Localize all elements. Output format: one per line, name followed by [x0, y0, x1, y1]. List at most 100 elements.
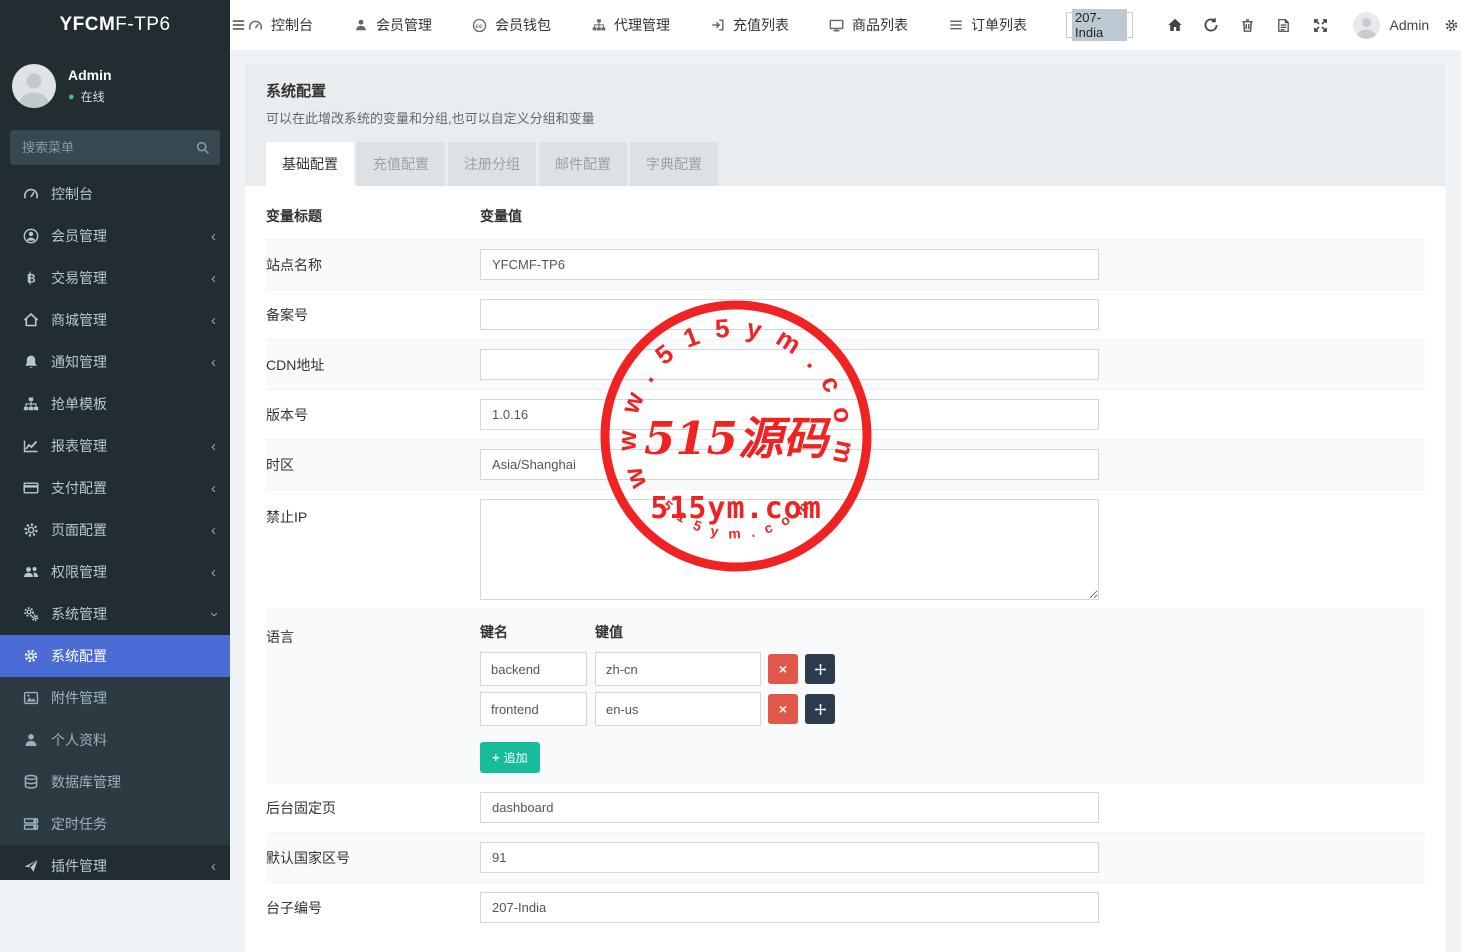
trash-icon — [1239, 17, 1256, 33]
page-subtitle: 可以在此增改系统的变量和分组,也可以自定义分组和变量 — [266, 108, 1425, 127]
gear-icon — [22, 522, 39, 538]
move-row-button[interactable] — [805, 654, 835, 684]
site-name-input[interactable] — [480, 249, 1099, 280]
default-country-code-input[interactable] — [480, 842, 1099, 873]
sidebar-item-permissions[interactable]: 权限管理 ‹ — [0, 551, 230, 593]
user-name: Admin — [68, 67, 112, 83]
table-row: 默认国家区号 — [266, 832, 1425, 882]
table-row: 版本号 — [266, 389, 1425, 439]
sidebar-item-cron[interactable]: 定时任务 — [0, 803, 230, 845]
cdn-url-input[interactable] — [480, 349, 1099, 380]
site-code-input[interactable] — [480, 892, 1099, 923]
dashboard-icon — [247, 17, 264, 33]
move-icon — [812, 661, 829, 677]
dashboard-icon — [22, 186, 39, 202]
image-icon — [22, 690, 39, 706]
field-label: CDN地址 — [266, 355, 480, 375]
column-header-value: 变量值 — [480, 206, 522, 226]
settings-button[interactable] — [1439, 0, 1461, 50]
sidebar-item-trade[interactable]: B 交易管理 ‹ — [0, 257, 230, 299]
gear-icon — [22, 648, 39, 664]
tab-recharge-config[interactable]: 充值配置 — [357, 142, 445, 186]
delete-row-button[interactable]: × — [768, 654, 798, 684]
append-button[interactable]: +追加 — [480, 742, 540, 773]
site-code-box[interactable]: 207-India — [1066, 12, 1133, 38]
tab-register-group[interactable]: 注册分组 — [448, 142, 536, 186]
refresh-button[interactable] — [1193, 0, 1229, 50]
search-icon — [194, 140, 211, 156]
sidebar-item-dashboard[interactable]: 控制台 — [0, 173, 230, 215]
table-row: CDN地址 — [266, 339, 1425, 389]
svg-text:B: B — [27, 272, 36, 286]
sidebar-item-system-config[interactable]: 系统配置 — [0, 635, 230, 677]
sidebar-item-mall[interactable]: 商城管理 ‹ — [0, 299, 230, 341]
admin-menu[interactable]: Admin — [1353, 12, 1430, 39]
home-icon — [22, 312, 39, 328]
bell-icon — [22, 354, 39, 370]
x-icon: × — [779, 661, 787, 677]
admin-name: Admin — [1390, 17, 1430, 33]
sidebar-item-notice[interactable]: 通知管理 ‹ — [0, 341, 230, 383]
users-icon — [22, 564, 39, 580]
x-icon: × — [779, 701, 787, 717]
tab-basic-config[interactable]: 基础配置 — [266, 142, 354, 186]
lang-value-input[interactable] — [595, 692, 761, 726]
file-refresh-icon — [1275, 17, 1292, 33]
admin-avatar — [1353, 12, 1380, 39]
panel-body: 变量标题 变量值 站点名称 备案号 CDN地址 版本号 — [245, 186, 1446, 952]
banned-ip-textarea[interactable] — [480, 499, 1099, 600]
tab-mail-config[interactable]: 邮件配置 — [539, 142, 627, 186]
sidebar-item-grab-template[interactable]: 抢单模板 — [0, 383, 230, 425]
chevron-left-icon: ‹ — [211, 355, 216, 370]
sidebar-item-plugins[interactable]: 插件管理 ‹ — [0, 845, 230, 887]
lang-key-input[interactable] — [480, 692, 587, 726]
sidebar-item-reports[interactable]: 报表管理 ‹ — [0, 425, 230, 467]
brand-logo[interactable]: YFCMF-TP6 — [0, 0, 230, 50]
trash-button[interactable] — [1229, 0, 1265, 50]
topnav-item-recharge[interactable]: 充值列表 — [709, 15, 789, 35]
lang-value-input[interactable] — [595, 652, 761, 686]
fullscreen-button[interactable] — [1302, 0, 1338, 50]
topnav-item-wallet[interactable]: cc 会员钱包 — [471, 15, 551, 35]
language-row: × — [480, 652, 835, 686]
clear-cache-button[interactable] — [1266, 0, 1302, 50]
delete-row-button[interactable]: × — [768, 694, 798, 724]
admin-fixed-page-input[interactable] — [480, 792, 1099, 823]
version-input[interactable] — [480, 399, 1099, 430]
sidebar-item-members[interactable]: 会员管理 ‹ — [0, 215, 230, 257]
move-row-button[interactable] — [805, 694, 835, 724]
topnav-item-agents[interactable]: 代理管理 — [590, 15, 670, 35]
topnav-right: 207-India Admin — [1066, 0, 1461, 50]
sidebar-item-database[interactable]: 数据库管理 — [0, 761, 230, 803]
sidebar-toggle-button[interactable] — [230, 0, 247, 50]
chevron-left-icon: ‹ — [211, 523, 216, 538]
sidebar-item-page-config[interactable]: 页面配置 ‹ — [0, 509, 230, 551]
topnav-item-products[interactable]: 商品列表 — [828, 15, 908, 35]
home-button[interactable] — [1157, 0, 1193, 50]
move-icon — [812, 701, 829, 717]
topnav-item-dashboard[interactable]: 控制台 — [247, 15, 313, 35]
config-rows: 站点名称 备案号 CDN地址 版本号 时区 — [266, 239, 1425, 932]
table-row: 时区 — [266, 439, 1425, 489]
timezone-input[interactable] — [480, 449, 1099, 480]
field-label: 时区 — [266, 455, 480, 475]
sidebar-item-system[interactable]: 系统管理 ‹ — [0, 593, 230, 635]
line-chart-icon — [22, 438, 39, 454]
language-row: × — [480, 692, 835, 726]
sidebar-menu: 控制台 会员管理 ‹ B 交易管理 ‹ 商城管理 ‹ 通知管理 ‹ 抢单模板 — [0, 173, 230, 887]
sidebar-item-payment-config[interactable]: 支付配置 ‹ — [0, 467, 230, 509]
cc-circle-icon: cc — [471, 17, 488, 33]
sidebar: YFCMF-TP6 Admin ●在线 控制台 会员管理 ‹ B 交易管理 ‹ — [0, 0, 230, 880]
topnav-item-members[interactable]: 会员管理 — [352, 15, 432, 35]
tab-dict-config[interactable]: 字典配置 — [630, 142, 718, 186]
sidebar-item-attachments[interactable]: 附件管理 — [0, 677, 230, 719]
table-row: 备案号 — [266, 289, 1425, 339]
chevron-left-icon: ‹ — [211, 313, 216, 328]
icp-number-input[interactable] — [480, 299, 1099, 330]
chevron-left-icon: ‹ — [211, 271, 216, 286]
sidebar-item-profile[interactable]: 个人资料 — [0, 719, 230, 761]
topnav-item-orders[interactable]: 订单列表 — [947, 15, 1027, 35]
lang-key-input[interactable] — [480, 652, 587, 686]
sitemap-icon — [22, 396, 39, 412]
search-button[interactable] — [187, 132, 218, 163]
